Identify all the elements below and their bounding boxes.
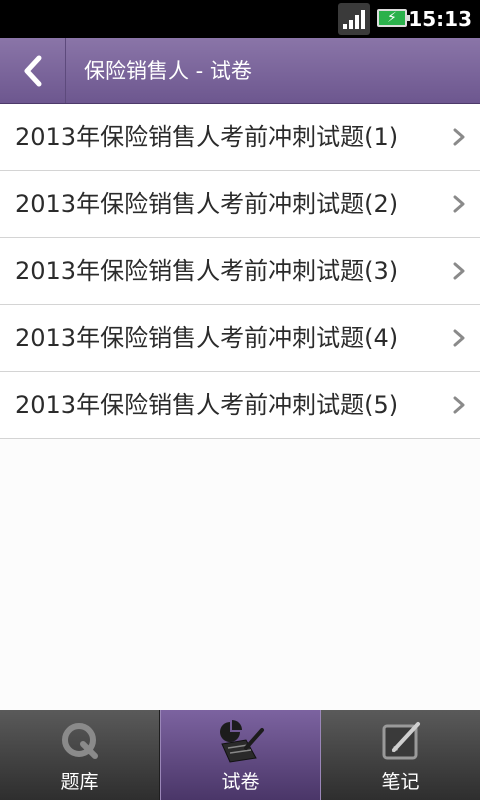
back-button[interactable]	[0, 38, 66, 103]
title-bar: 保险销售人 - 试卷	[0, 38, 480, 104]
list-item[interactable]: 2013年保险销售人考前冲刺试题(5)	[0, 372, 480, 439]
chevron-right-icon	[453, 262, 465, 280]
status-bar: ⚡ 15:13	[0, 0, 480, 38]
list-item-label: 2013年保险销售人考前冲刺试题(2)	[15, 190, 399, 218]
list-item[interactable]: 2013年保险销售人考前冲刺试题(2)	[0, 171, 480, 238]
question-bank-icon	[61, 723, 98, 759]
app-screen: ⚡ 15:13 保险销售人 - 试卷 2013年保险销售人考前冲刺试题(1) 2…	[0, 0, 480, 800]
list-item[interactable]: 2013年保险销售人考前冲刺试题(3)	[0, 238, 480, 305]
signal-strength-icon	[338, 3, 370, 35]
exam-list: 2013年保险销售人考前冲刺试题(1) 2013年保险销售人考前冲刺试题(2) …	[0, 104, 480, 439]
battery-charging-icon: ⚡	[377, 9, 410, 27]
chevron-right-icon	[453, 329, 465, 347]
notes-icon	[382, 722, 420, 760]
chevron-left-icon	[24, 55, 41, 86]
tab-label: 试卷	[221, 771, 260, 793]
list-item-label: 2013年保险销售人考前冲刺试题(3)	[15, 257, 399, 285]
tab-label: 题库	[60, 771, 99, 793]
tab-question-bank[interactable]: 题库	[0, 710, 160, 800]
list-item-label: 2013年保险销售人考前冲刺试题(1)	[15, 123, 399, 151]
exam-paper-icon	[219, 720, 264, 763]
bottom-tab-bar: 题库 试卷 笔记	[0, 710, 480, 800]
status-time: 15:13	[408, 7, 472, 31]
list-item-label: 2013年保险销售人考前冲刺试题(4)	[15, 324, 399, 352]
tab-label: 笔记	[381, 771, 420, 793]
page-title: 保险销售人 - 试卷	[84, 59, 252, 83]
chevron-right-icon	[453, 128, 465, 146]
chevron-right-icon	[453, 396, 465, 414]
chevron-right-icon	[453, 195, 465, 213]
list-item[interactable]: 2013年保险销售人考前冲刺试题(1)	[0, 104, 480, 171]
tab-notes[interactable]: 笔记	[321, 710, 480, 800]
list-item-label: 2013年保险销售人考前冲刺试题(5)	[15, 391, 399, 419]
tab-exam-papers[interactable]: 试卷	[160, 710, 321, 800]
list-item[interactable]: 2013年保险销售人考前冲刺试题(4)	[0, 305, 480, 372]
